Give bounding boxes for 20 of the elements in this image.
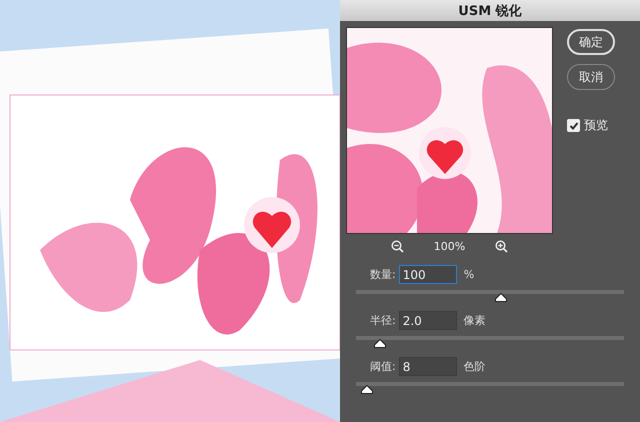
- dialog-title: USM 锐化: [340, 0, 640, 21]
- slider-thumb[interactable]: [374, 339, 386, 348]
- slider-thumb[interactable]: [360, 385, 373, 394]
- zoom-in-icon[interactable]: [495, 240, 508, 253]
- param-label: 数量:: [370, 267, 396, 282]
- value-field[interactable]: 100: [398, 265, 457, 284]
- unit-label: 色阶: [464, 359, 486, 374]
- slider-thumb[interactable]: [494, 293, 507, 302]
- ok-button[interactable]: 确定: [567, 29, 615, 55]
- preview-checkbox[interactable]: [567, 119, 580, 132]
- value-field[interactable]: 2.0: [398, 311, 457, 330]
- param-label: 半径:: [370, 313, 396, 328]
- cancel-button[interactable]: 取消: [567, 64, 615, 90]
- zoom-level: 100%: [434, 240, 466, 253]
- unit-label: %: [464, 268, 474, 281]
- value-field[interactable]: 8: [398, 357, 457, 376]
- preview-label: 预览: [584, 117, 608, 134]
- zoom-out-icon[interactable]: [390, 240, 404, 253]
- param-label: 阈值:: [370, 359, 396, 374]
- unit-label: 像素: [464, 313, 486, 328]
